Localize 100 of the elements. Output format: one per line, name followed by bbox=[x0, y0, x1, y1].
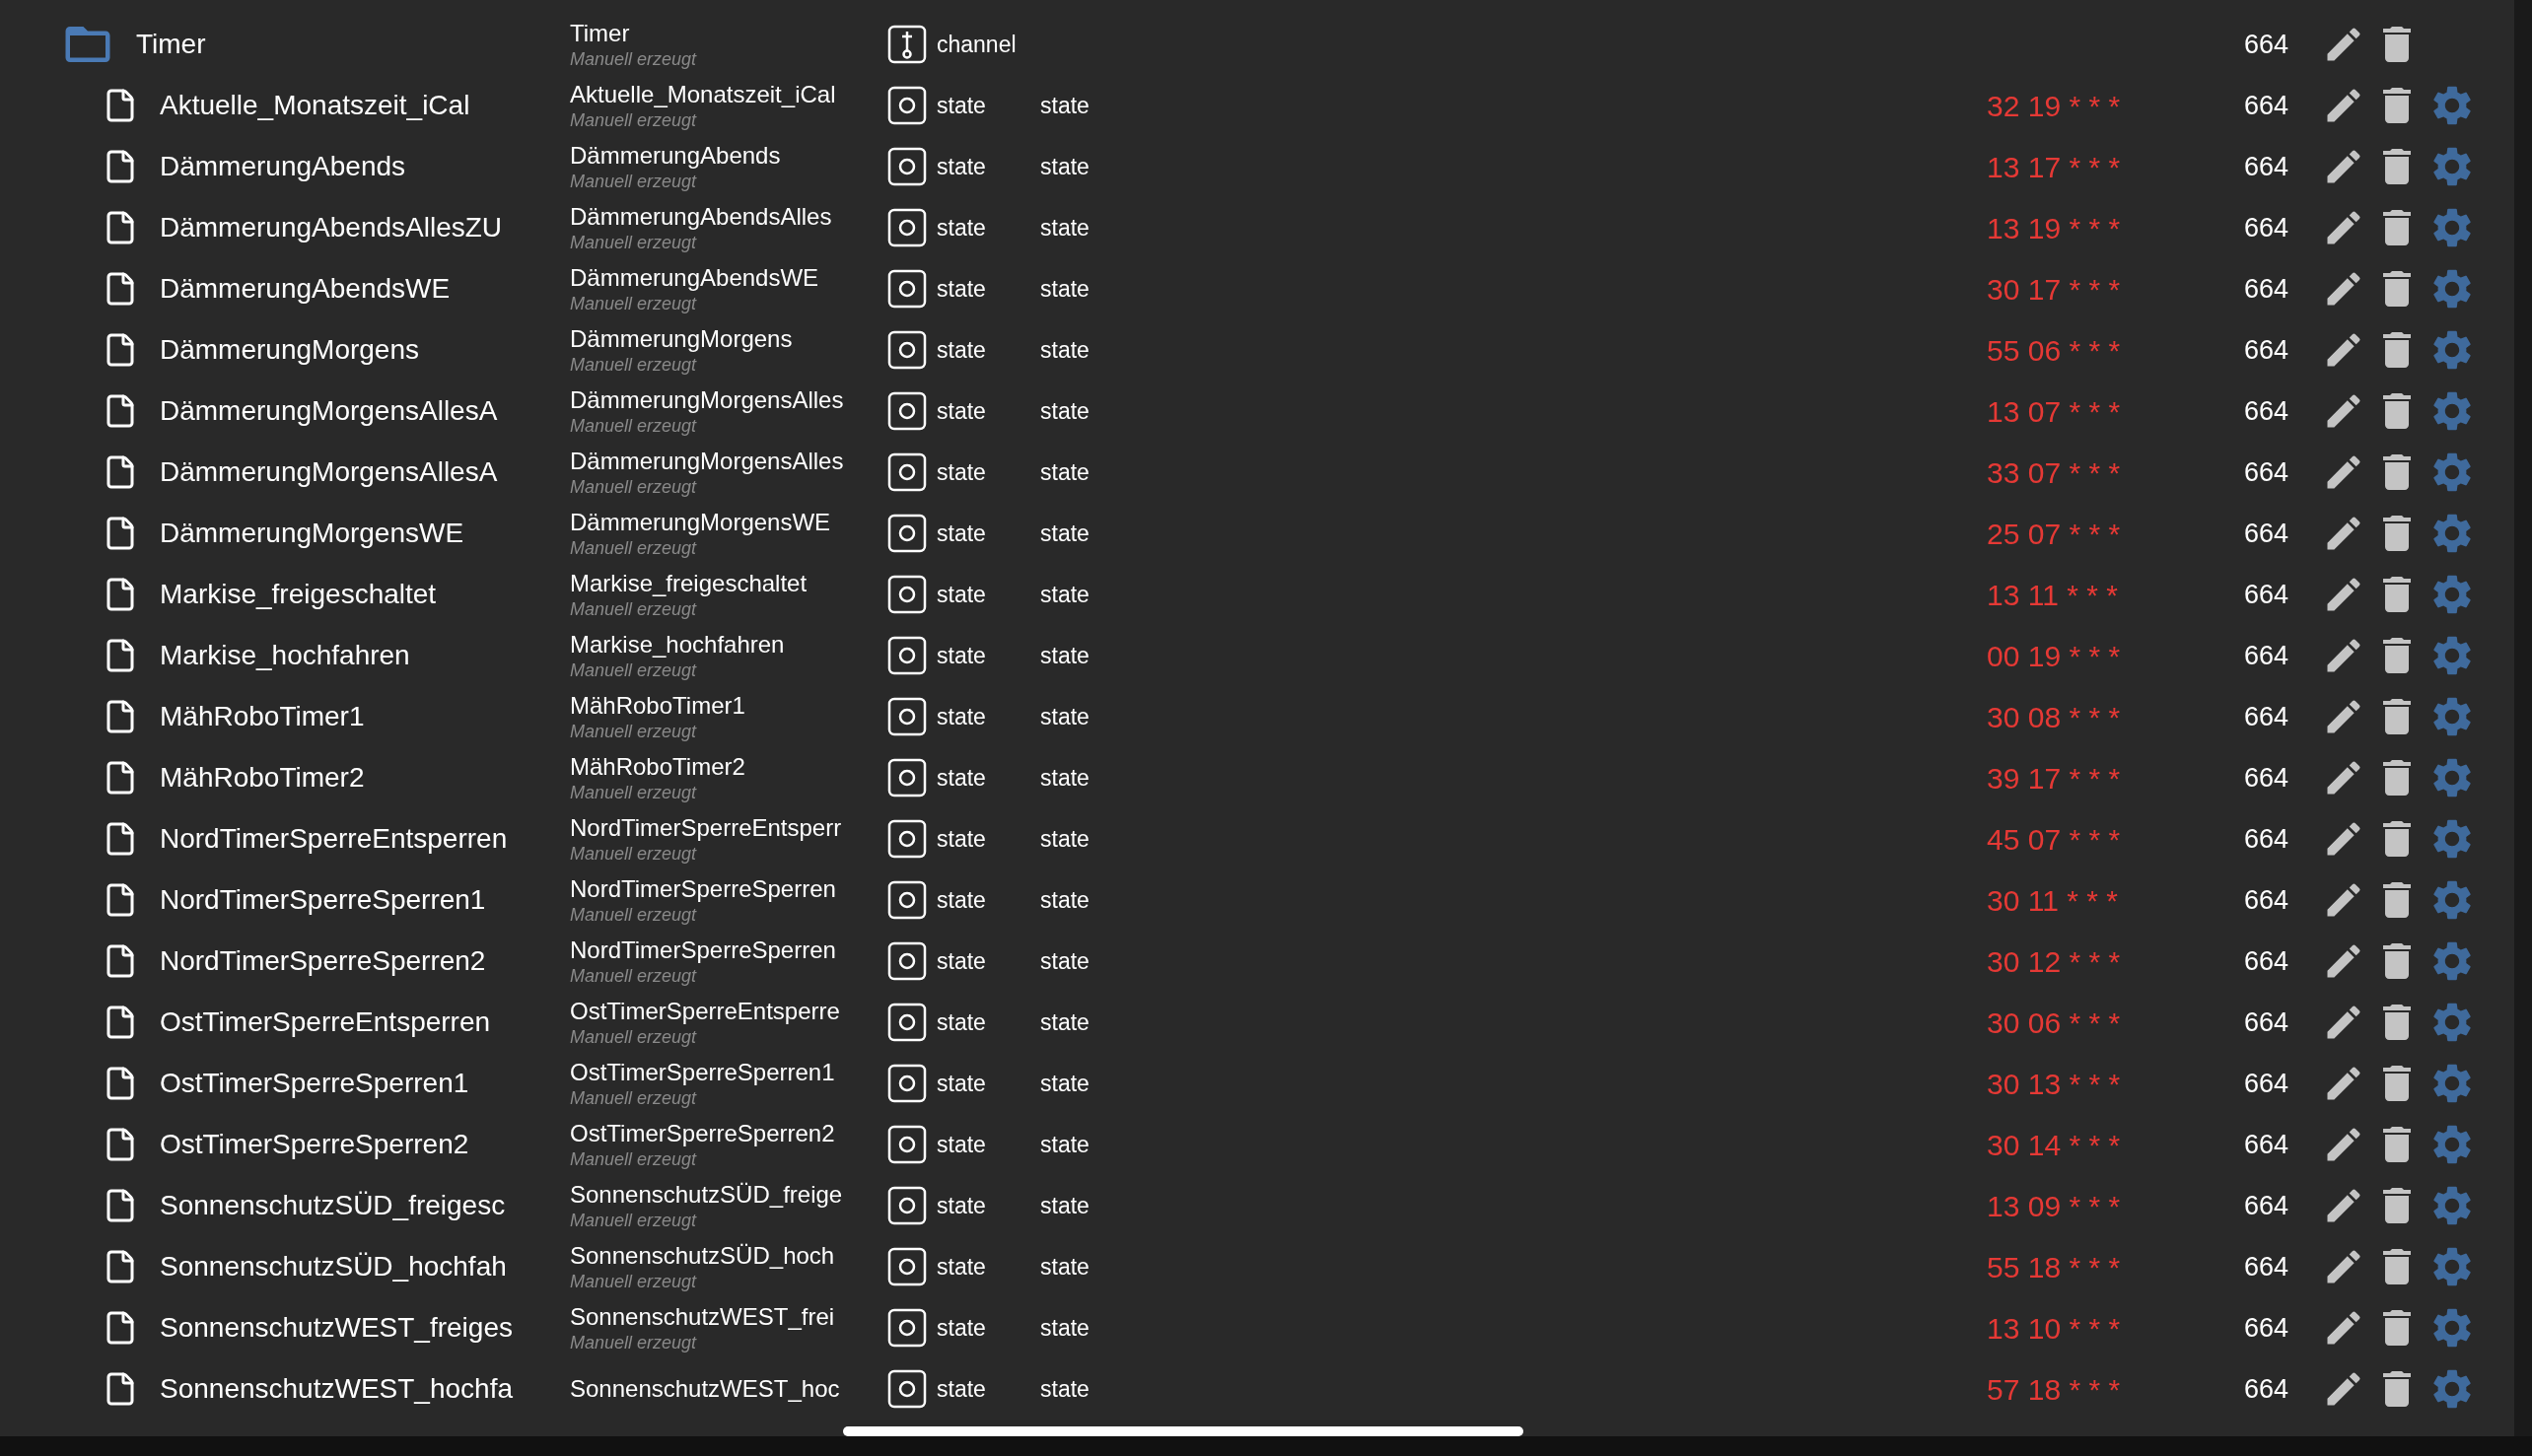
type-label: state bbox=[937, 519, 986, 548]
state-icon bbox=[887, 1125, 927, 1164]
value-text: 30 06 * * * bbox=[1987, 1005, 2121, 1039]
value-text: 30 08 * * * bbox=[1987, 700, 2121, 733]
object-note: Manuell erzeugt bbox=[570, 1025, 698, 1049]
type-label: state bbox=[937, 702, 986, 731]
object-name[interactable]: DämmerungAbendsAllesZU bbox=[160, 212, 503, 243]
object-note: Manuell erzeugt bbox=[570, 659, 698, 682]
object-note: Manuell erzeugt bbox=[570, 475, 698, 499]
value-text: 13 11 * * * bbox=[1987, 578, 2118, 611]
object-title: SonnenschutzSÜD_hoch bbox=[570, 1240, 836, 1271]
type-label: state bbox=[937, 824, 986, 854]
role-label: state bbox=[1040, 581, 1090, 607]
type-label: state bbox=[937, 152, 986, 181]
type-label: state bbox=[937, 580, 986, 609]
object-note: Manuell erzeugt bbox=[570, 597, 698, 621]
role-label: state bbox=[1040, 397, 1090, 424]
type-label: state bbox=[937, 641, 986, 670]
state-icon bbox=[887, 391, 927, 431]
acl-text: 664 bbox=[2243, 883, 2288, 917]
acl-text: 664 bbox=[2243, 578, 2288, 611]
scrollbar-thumb[interactable] bbox=[843, 1426, 1523, 1436]
object-title: SonnenschutzWEST_frei bbox=[570, 1301, 836, 1332]
type-label: state bbox=[937, 1007, 986, 1037]
object-name[interactable]: DämmerungMorgensAllesA bbox=[160, 395, 498, 426]
state-icon bbox=[887, 514, 927, 553]
value-text: 25 07 * * * bbox=[1987, 517, 2121, 550]
object-note: Manuell erzeugt bbox=[570, 536, 698, 560]
object-name[interactable]: DämmerungMorgensAllesA bbox=[160, 456, 498, 487]
object-name[interactable]: NordTimerSperreSperren2 bbox=[160, 945, 486, 976]
object-note: Manuell erzeugt bbox=[570, 1209, 698, 1232]
state-icon bbox=[887, 208, 927, 247]
acl-text: 664 bbox=[2243, 394, 2288, 428]
object-name[interactable]: Timer bbox=[136, 29, 206, 59]
object-name[interactable]: Aktuelle_Monatszeit_iCal bbox=[160, 90, 470, 120]
object-title: OstTimerSperreSperren1 bbox=[570, 1057, 836, 1087]
object-name[interactable]: MähRoboTimer1 bbox=[160, 701, 365, 731]
object-note: Manuell erzeugt bbox=[570, 170, 698, 193]
state-icon bbox=[887, 147, 927, 186]
object-name[interactable]: DämmerungAbendsWE bbox=[160, 273, 451, 304]
object-note: Manuell erzeugt bbox=[570, 1270, 698, 1293]
object-name[interactable]: NordTimerSperreEntsperren bbox=[160, 823, 508, 854]
state-icon bbox=[887, 1003, 927, 1042]
object-title: DämmerungMorgensAlles bbox=[570, 446, 845, 476]
object-name[interactable]: SonnenschutzSÜD_hochfah bbox=[160, 1251, 507, 1282]
acl-text: 664 bbox=[2243, 333, 2288, 367]
role-label: state bbox=[1040, 1070, 1090, 1096]
acl-text: 664 bbox=[2243, 28, 2288, 61]
object-note: Manuell erzeugt bbox=[570, 720, 698, 743]
value-text: 55 18 * * * bbox=[1987, 1250, 2121, 1283]
object-name[interactable]: OstTimerSperreSperren1 bbox=[160, 1068, 469, 1098]
value-text: 13 07 * * * bbox=[1987, 394, 2121, 428]
object-title: DämmerungMorgensWE bbox=[570, 507, 832, 537]
state-icon bbox=[887, 86, 927, 125]
value-text: 13 09 * * * bbox=[1987, 1189, 2121, 1222]
object-name[interactable]: OstTimerSperreEntsperren bbox=[160, 1006, 491, 1037]
type-label: state bbox=[937, 335, 986, 365]
state-icon bbox=[887, 697, 927, 736]
type-label: state bbox=[937, 457, 986, 487]
state-icon bbox=[887, 452, 927, 492]
acl-text: 664 bbox=[2243, 761, 2288, 795]
object-name[interactable]: SonnenschutzWEST_hochfa bbox=[160, 1373, 513, 1404]
type-label: state bbox=[937, 763, 986, 793]
object-title: DämmerungMorgens bbox=[570, 323, 794, 354]
role-label: state bbox=[1040, 1192, 1090, 1218]
role-label: state bbox=[1040, 703, 1090, 729]
object-name[interactable]: OstTimerSperreSperren2 bbox=[160, 1129, 469, 1159]
object-name[interactable]: DämmerungMorgens bbox=[160, 334, 419, 365]
acl-text: 664 bbox=[2243, 1189, 2288, 1222]
object-title: SonnenschutzSÜD_freige bbox=[570, 1179, 844, 1210]
state-icon bbox=[887, 1308, 927, 1348]
object-name[interactable]: Markise_hochfahren bbox=[160, 640, 410, 670]
type-label: state bbox=[937, 1130, 986, 1159]
role-label: state bbox=[1040, 520, 1090, 546]
role-label: state bbox=[1040, 92, 1090, 118]
value-text: 30 14 * * * bbox=[1987, 1128, 2121, 1161]
object-name[interactable]: DämmerungAbends bbox=[160, 151, 406, 181]
object-name[interactable]: DämmerungMorgensWE bbox=[160, 518, 464, 548]
state-icon bbox=[887, 330, 927, 370]
object-title: DämmerungAbends bbox=[570, 140, 782, 171]
object-name[interactable]: SonnenschutzSÜD_freigesc bbox=[160, 1190, 506, 1220]
role-label: state bbox=[1040, 275, 1090, 302]
object-name[interactable]: NordTimerSperreSperren1 bbox=[160, 884, 486, 915]
value-text: 13 19 * * * bbox=[1987, 211, 2121, 244]
value-text: 30 11 * * * bbox=[1987, 883, 2118, 917]
object-name[interactable]: SonnenschutzWEST_freiges bbox=[160, 1312, 513, 1343]
object-name[interactable]: MähRoboTimer2 bbox=[160, 762, 365, 793]
acl-text: 664 bbox=[2243, 1372, 2288, 1406]
object-note: Manuell erzeugt bbox=[570, 231, 698, 254]
acl-text: 664 bbox=[2243, 1067, 2288, 1100]
value-text: 13 17 * * * bbox=[1987, 150, 2121, 183]
value-text: 00 19 * * * bbox=[1987, 639, 2121, 672]
type-label: state bbox=[937, 1313, 986, 1343]
object-name[interactable]: Markise_freigeschaltet bbox=[160, 579, 437, 609]
type-label: state bbox=[937, 1191, 986, 1220]
object-note: Manuell erzeugt bbox=[570, 842, 698, 866]
acl-text: 664 bbox=[2243, 1311, 2288, 1345]
role-label: state bbox=[1040, 1008, 1090, 1035]
object-title: OstTimerSperreSperren2 bbox=[570, 1118, 836, 1148]
type-label: state bbox=[937, 1374, 986, 1404]
